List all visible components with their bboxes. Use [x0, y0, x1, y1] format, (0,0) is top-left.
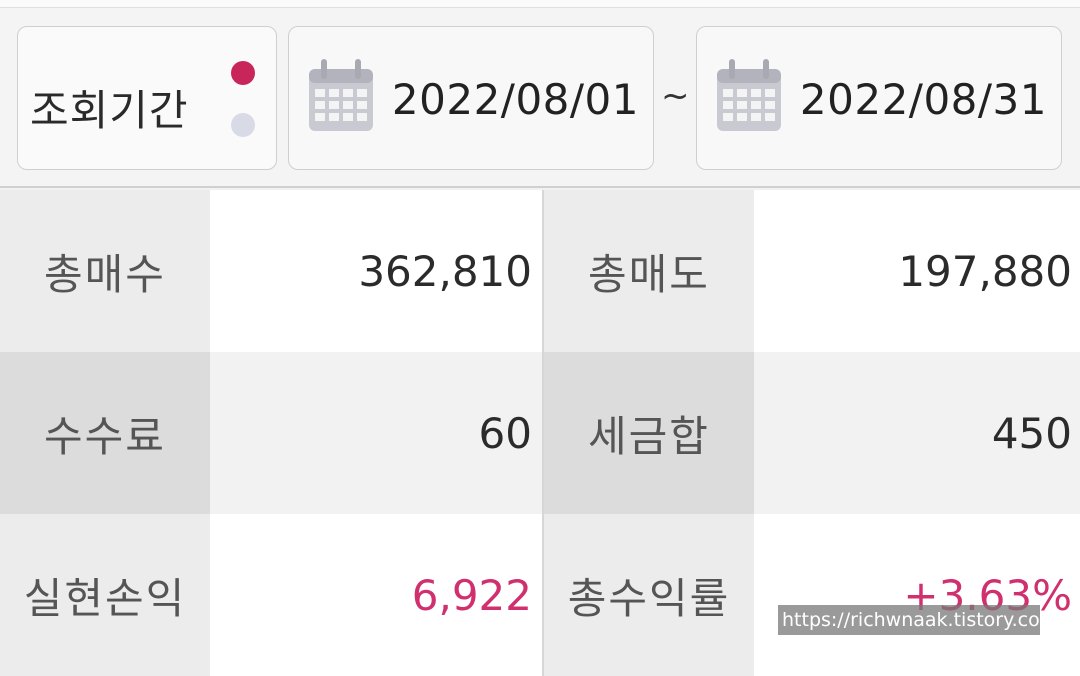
- period-toggle[interactable]: 조회기간: [17, 26, 277, 170]
- date-range-separator: ~: [661, 76, 690, 116]
- total-return-label: 총수익률: [544, 514, 754, 676]
- top-divider: [0, 0, 1080, 8]
- realized-pnl-label: 실현손익: [0, 514, 210, 676]
- total-return-value: +3.63%: [754, 514, 1080, 676]
- period-indicator-active: [231, 61, 255, 85]
- commission-value: 60: [210, 352, 542, 514]
- total-buy-label: 총매수: [0, 190, 210, 352]
- period-indicator-inactive: [231, 113, 255, 137]
- total-sell-value: 197,880: [754, 190, 1080, 352]
- start-date-value: 2022/08/01: [391, 75, 639, 124]
- period-filter-bar: 조회기간 2022/08/01 ~ 2022/08/31: [0, 8, 1080, 188]
- watermark: https://richwnaak.tistory.com: [778, 605, 1040, 635]
- tax-total-label: 세금합: [544, 352, 754, 514]
- period-label: 조회기간: [30, 86, 189, 135]
- start-date-picker[interactable]: 2022/08/01: [288, 26, 654, 170]
- end-date-value: 2022/08/31: [799, 75, 1047, 124]
- total-sell-label: 총매도: [544, 190, 754, 352]
- calendar-icon: [309, 59, 373, 131]
- commission-label: 수수료: [0, 352, 210, 514]
- total-buy-value: 362,810: [210, 190, 542, 352]
- end-date-picker[interactable]: 2022/08/31: [696, 26, 1062, 170]
- calendar-icon: [717, 59, 781, 131]
- profit-summary-table: 총매수 362,810 총매도 197,880 수수료 60 세금합 450 실…: [0, 190, 1080, 676]
- realized-pnl-value: 6,922: [210, 514, 542, 676]
- column-divider: [542, 190, 544, 676]
- tax-total-value: 450: [754, 352, 1080, 514]
